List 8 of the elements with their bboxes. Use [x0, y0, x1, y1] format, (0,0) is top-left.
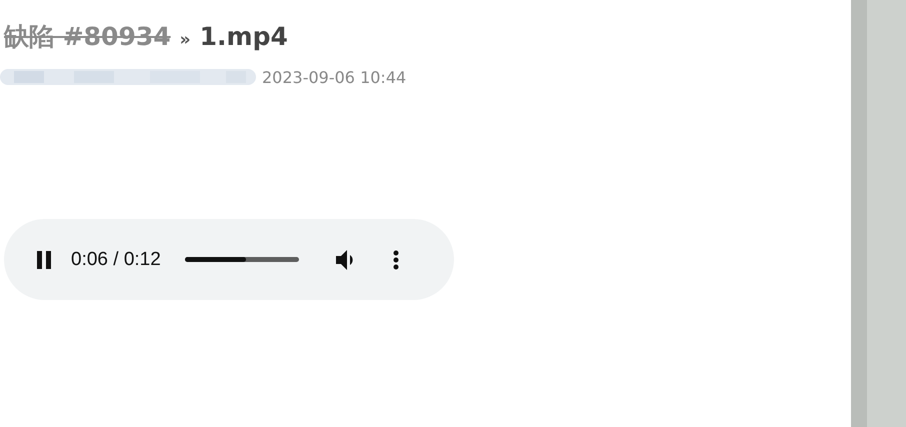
progress-slider[interactable]: [184, 257, 299, 262]
playback-time: 0:06 / 0:12: [71, 248, 161, 270]
breadcrumb-separator: »: [180, 30, 191, 50]
file-name: 1.mp4: [200, 22, 288, 51]
pause-icon[interactable]: [37, 250, 51, 268]
post-date: 2023-09-06 10:44: [262, 68, 406, 86]
more-icon[interactable]: [392, 250, 399, 270]
issue-link[interactable]: 缺陷 #80934: [4, 20, 171, 53]
